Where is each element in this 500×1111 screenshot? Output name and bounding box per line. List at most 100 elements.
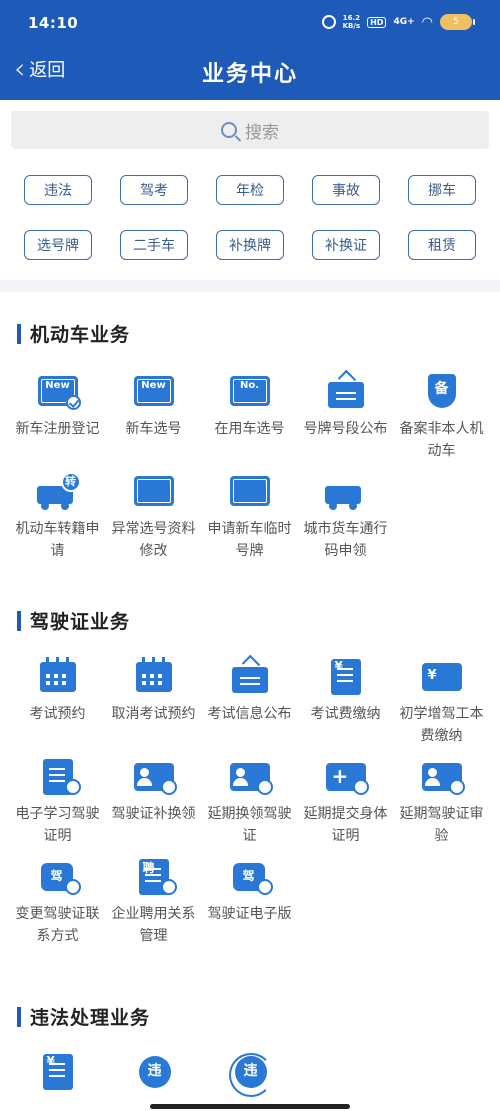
service-tile-license-8[interactable]: + 延期提交身体证明 [299, 757, 392, 847]
section-title-text: 机动车业务 [30, 324, 131, 346]
document-user-icon-part [64, 779, 81, 795]
service-label: 考试费缴纳 [310, 706, 381, 722]
service-tile-license-0[interactable]: 考试预约 [11, 657, 104, 747]
service-tile-vehicle-5[interactable]: 转机动车转籍申请 [11, 472, 104, 562]
service-tile-license-6[interactable]: 驾驶证补换领 [107, 757, 200, 847]
chip-9[interactable]: 租赁 [408, 230, 476, 260]
signal-icon: 4G+ [393, 17, 415, 27]
license-phone-icon-part [64, 879, 81, 895]
section-marker [17, 610, 21, 631]
section-marker [17, 1006, 21, 1027]
status-time: 14:10 [28, 14, 79, 32]
sign-check-icon [227, 657, 273, 697]
service-tile-violation-2[interactable]: 违 [203, 1052, 296, 1098]
hire-document-icon: 聘 [131, 857, 177, 897]
alarm-icon [321, 15, 336, 29]
chip-7[interactable]: 补换牌 [216, 230, 284, 260]
temporary-plate-icon [227, 472, 273, 512]
service-tile-violation-0[interactable]: ¥ [11, 1052, 104, 1098]
section-title-license: 驾驶证业务 [17, 607, 130, 634]
service-tile-vehicle-0[interactable]: New 新车注册登记 [11, 372, 104, 462]
calendar-icon [35, 657, 81, 697]
service-tile-license-4[interactable]: ¥ 初学增驾工本费缴纳 [395, 657, 488, 747]
calendar-cancel-icon-part [135, 657, 172, 692]
service-tile-license-2[interactable]: 考试信息公布 [203, 657, 296, 747]
chip-1[interactable]: 驾考 [120, 175, 188, 205]
service-tile-vehicle-4[interactable]: 备备案非本人机动车 [395, 372, 488, 462]
hanging-sign-icon-part [327, 382, 364, 408]
service-label: 考试预约 [29, 706, 86, 722]
license-phone-icon: 驾 [35, 857, 81, 897]
cargo-truck-icon [323, 472, 369, 512]
service-tile-license-10[interactable]: 驾变更驾驶证联系方式 [11, 857, 104, 947]
service-tile-vehicle-8[interactable]: 城市货车通行码申领 [299, 472, 392, 562]
chip-8[interactable]: 补换证 [312, 230, 380, 260]
fine-receipt-icon-part: ¥ [42, 1054, 73, 1090]
calendar-icon-part [39, 657, 76, 692]
service-tile-vehicle-2[interactable]: No. 在用车选号 [203, 372, 296, 462]
chip-3[interactable]: 事故 [312, 175, 380, 205]
battery-icon: 5 [440, 14, 475, 30]
service-label: 考试信息公布 [207, 706, 292, 722]
section-marker [17, 323, 21, 344]
chip-0[interactable]: 违法 [24, 175, 92, 205]
fee-receipt-icon: ¥ [323, 657, 369, 697]
shield-icon-part: 备 [427, 374, 456, 408]
service-tile-license-11[interactable]: 聘企业聘用关系管理 [107, 857, 200, 947]
new-plate-check-icon: New [35, 372, 81, 412]
service-label: 驾驶证电子版 [207, 906, 292, 922]
service-tile-license-3[interactable]: ¥ 考试费缴纳 [299, 657, 392, 747]
chip-2[interactable]: 年检 [216, 175, 284, 205]
violation-hand-icon: 违 [131, 1052, 177, 1092]
search-placeholder: 搜索 [245, 122, 279, 143]
violation-search-icon: 违 [227, 1052, 273, 1097]
service-label: 号牌号段公布 [303, 421, 388, 437]
service-tile-license-12[interactable]: 驾驾驶证电子版 [203, 857, 296, 947]
search-input[interactable]: 搜索 [11, 111, 489, 149]
service-label: 驾驶证补换领 [111, 806, 196, 822]
temporary-plate-icon-part [229, 476, 270, 506]
service-tile-vehicle-3[interactable]: 号牌号段公布 [299, 372, 392, 462]
service-tile-vehicle-6[interactable]: 异常选号资料修改 [107, 472, 200, 562]
service-label: 在用车选号 [214, 421, 285, 437]
service-tile-vehicle-7[interactable]: 申请新车临时号牌 [203, 472, 296, 562]
net-speed-value: 16.2 [342, 14, 360, 22]
new-plate-check-icon-part [65, 395, 81, 410]
medical-clock-icon: + [323, 757, 369, 797]
id-card-clock-icon-part [256, 779, 273, 795]
fine-receipt-icon: ¥ [35, 1052, 81, 1092]
section-divider [0, 280, 500, 292]
service-tile-license-5[interactable]: 电子学习驾驶证明 [11, 757, 104, 847]
service-label: 新车选号 [125, 421, 182, 437]
service-label: 城市货车通行码申领 [303, 521, 388, 559]
license-services-grid: 考试预约 取消考试预约 考试信息公布 ¥ 考试费缴纳 ¥ 初学增驾工本费缴纳电子学习驾驶证明… [11, 657, 489, 947]
service-label: 异常选号资料修改 [111, 521, 196, 559]
id-card-refresh-icon [131, 757, 177, 797]
status-bar: 14:10 16.2 KB/s HD 4G+ ◠ 5 [0, 0, 500, 44]
net-speed: 16.2 KB/s [343, 14, 360, 30]
plate-number-icon: No. [227, 372, 273, 412]
service-tile-license-9[interactable]: 延期驾驶证审验 [395, 757, 488, 847]
truck-transfer-icon: 转 [35, 472, 81, 512]
search-icon [221, 122, 237, 138]
home-indicator[interactable] [150, 1104, 350, 1109]
violation-hand-icon-part: 违 [138, 1056, 171, 1088]
service-tile-vehicle-1[interactable]: New 新车选号 [107, 372, 200, 462]
service-label: 申请新车临时号牌 [207, 521, 292, 559]
service-tile-license-1[interactable]: 取消考试预约 [107, 657, 200, 747]
fee-receipt-icon-part: ¥ [330, 659, 361, 695]
sign-check-icon-part [231, 667, 268, 693]
section-title-vehicle: 机动车业务 [17, 320, 130, 347]
document-user-icon [35, 757, 81, 797]
hanging-sign-icon [323, 372, 369, 412]
plate-number-icon-part: No. [239, 380, 260, 391]
service-tile-violation-1[interactable]: 违 [107, 1052, 200, 1098]
license-electronic-icon-part [256, 879, 273, 895]
service-label: 电子学习驾驶证明 [15, 806, 100, 844]
chip-5[interactable]: 选号牌 [24, 230, 92, 260]
service-tile-license-7[interactable]: 延期换领驾驶证 [203, 757, 296, 847]
chip-4[interactable]: 挪车 [408, 175, 476, 205]
chip-6[interactable]: 二手车 [120, 230, 188, 260]
truck-transfer-icon-part: 转 [60, 472, 81, 492]
plate-edit-icon [131, 472, 177, 512]
